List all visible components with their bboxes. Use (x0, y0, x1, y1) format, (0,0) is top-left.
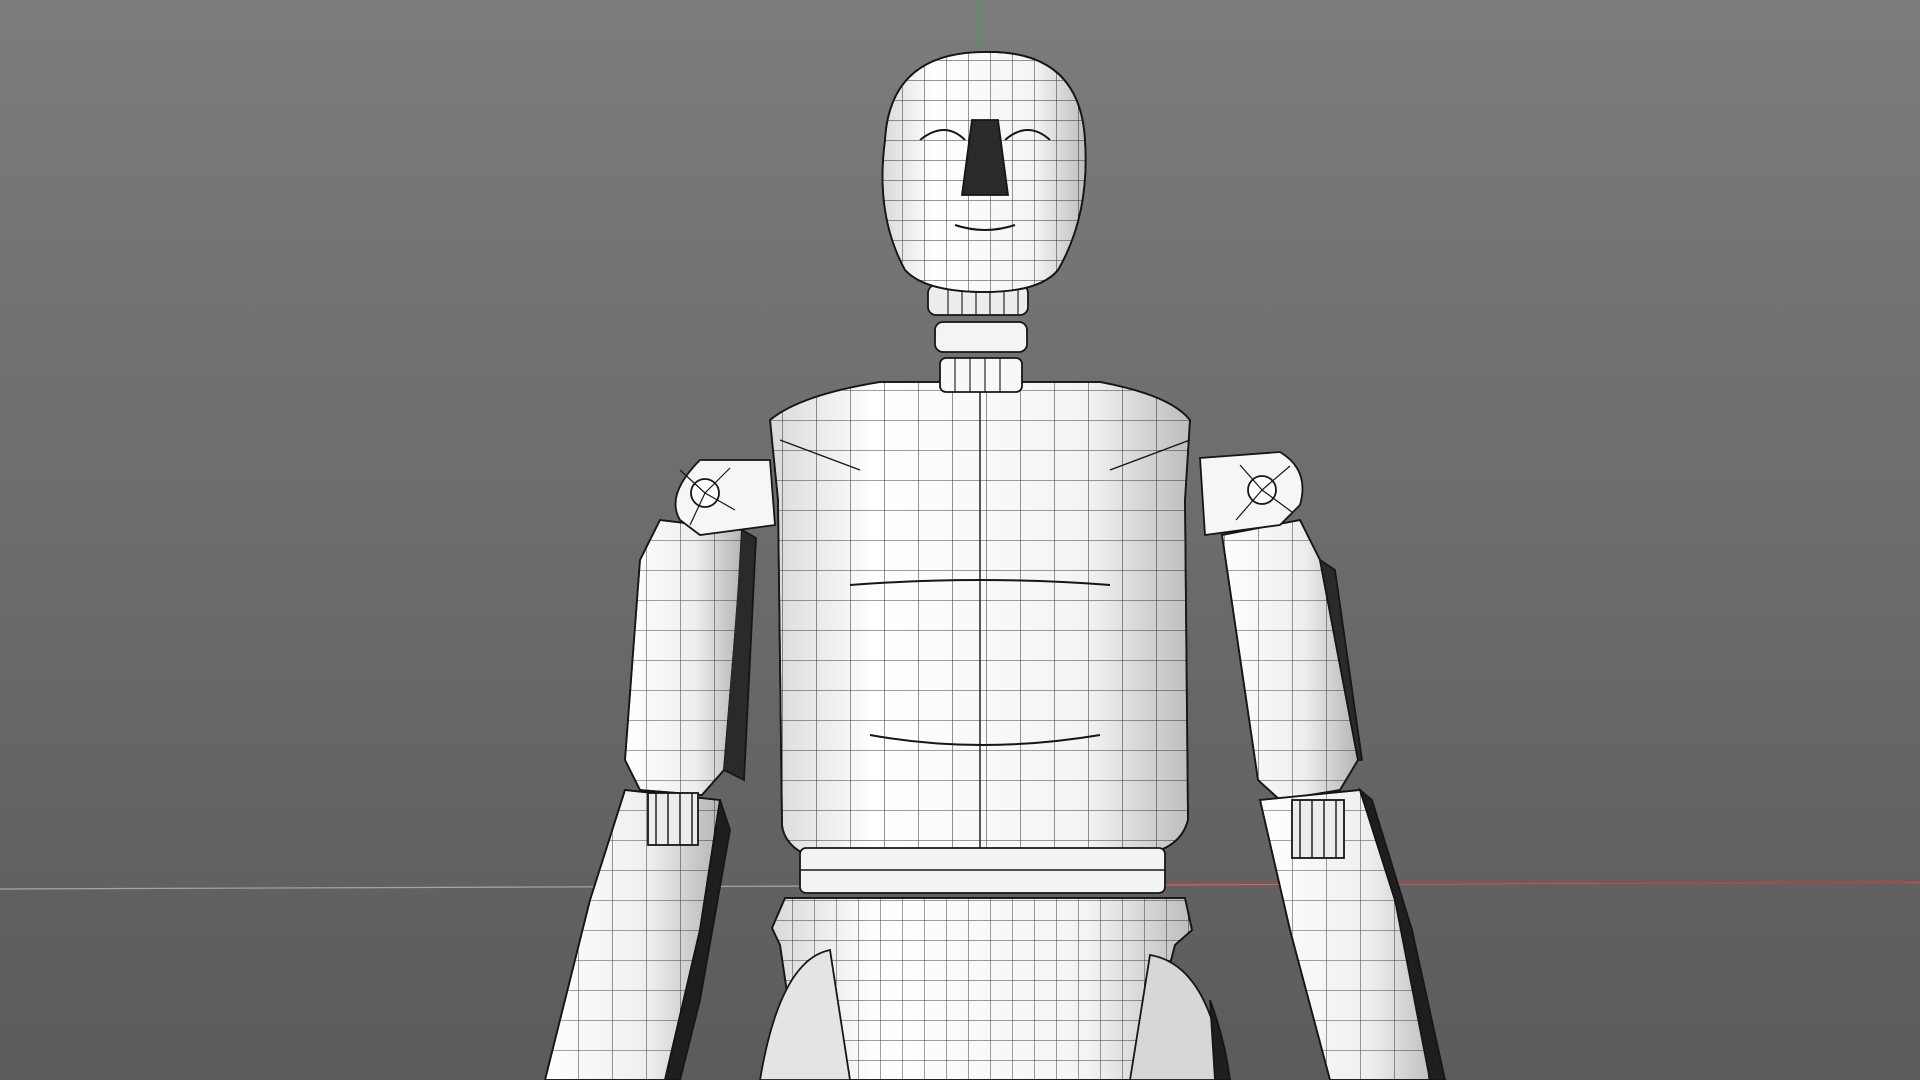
pelvis[interactable] (759, 897, 1231, 1080)
left-elbow-joint (647, 792, 699, 846)
left-upper-arm[interactable] (624, 519, 757, 796)
neck[interactable] (927, 284, 1029, 393)
viewport-canvas[interactable] (0, 0, 1920, 1080)
3d-viewport[interactable] (0, 0, 1920, 1080)
left-shoulder-joint[interactable] (674, 459, 776, 536)
waist[interactable] (799, 847, 1166, 894)
torso[interactable] (769, 381, 1191, 861)
right-elbow-joint (1291, 799, 1345, 859)
head[interactable] (881, 51, 1087, 293)
